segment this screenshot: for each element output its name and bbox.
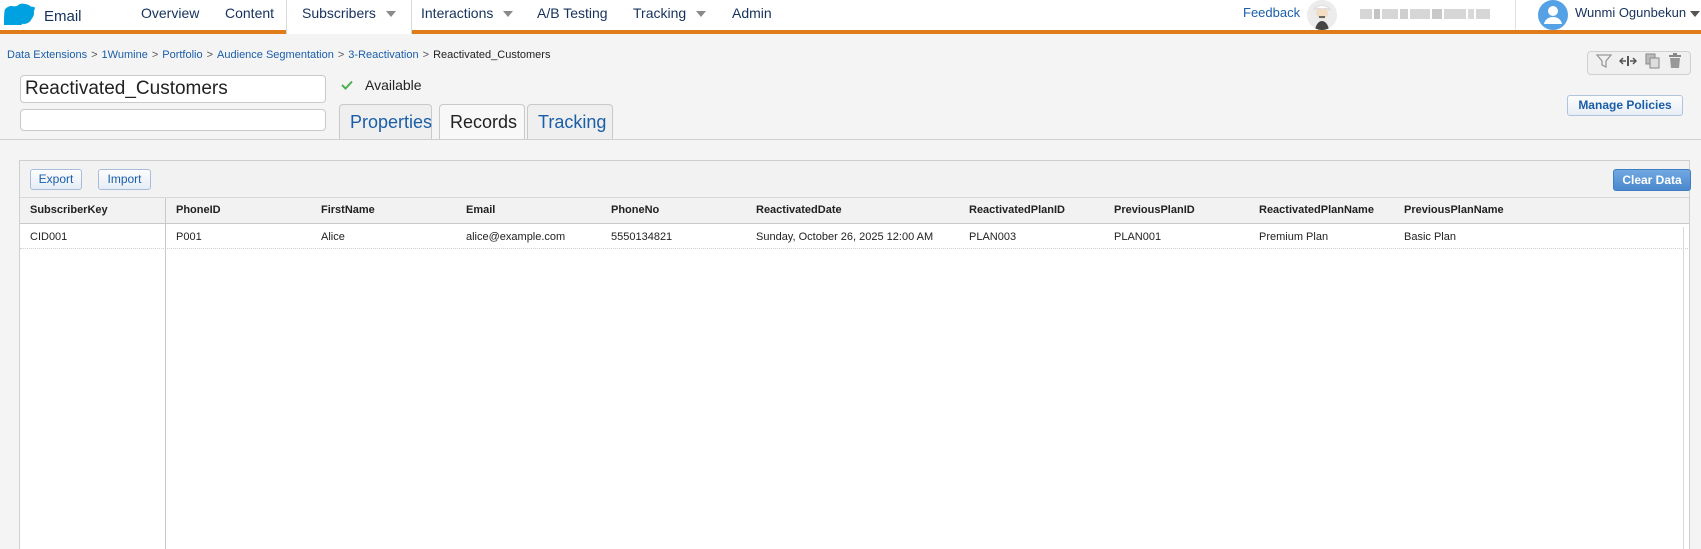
table-cell: alice@example.com [466, 231, 566, 243]
nav-ab-testing[interactable]: A/B Testing [537, 0, 608, 30]
nav-overview[interactable]: Overview [141, 0, 199, 30]
import-button[interactable]: Import [98, 169, 151, 190]
breadcrumb-separator: > [91, 49, 98, 61]
salesforce-cloud-icon [3, 3, 36, 31]
breadcrumb-separator: > [206, 49, 214, 61]
breadcrumb-separator: > [151, 49, 159, 61]
chevron-down-icon [696, 11, 707, 18]
breadcrumb-portfolio[interactable]: Portfolio [162, 49, 202, 61]
app-name: Email [44, 7, 82, 25]
column-header[interactable]: ReactivatedPlanID [969, 204, 1065, 216]
records-panel: Export Import Clear Data SubscriberKey P… [19, 160, 1691, 549]
nav-admin[interactable]: Admin [732, 0, 772, 30]
breadcrumb: Data Extensions >1Wumine > Portfolio > Audien… [7, 49, 550, 61]
export-button[interactable]: Export [30, 169, 82, 190]
records-table-header: SubscriberKey PhoneID FirstName Email Ph… [20, 198, 1689, 224]
records-toolbar: Export Import Clear Data [20, 161, 1691, 198]
frozen-column-divider [165, 198, 166, 549]
feedback-link[interactable]: Feedback [1243, 5, 1300, 20]
vertical-scrollbar[interactable] [1683, 227, 1684, 549]
status-indicator: Available [341, 77, 422, 93]
nav-subscribers[interactable]: Subscribers [286, 0, 412, 34]
breadcrumb-current: Reactivated_Customers [433, 49, 551, 61]
tab-properties[interactable]: Properties [339, 104, 432, 140]
brand[interactable]: Email [3, 3, 82, 31]
breadcrumb-separator: > [337, 49, 345, 61]
column-header[interactable]: SubscriberKey [30, 204, 108, 216]
user-menu[interactable]: Wunmi Ogunbekun [1575, 5, 1701, 20]
nav-interactions-label: Interactions [421, 5, 494, 21]
column-header[interactable]: ReactivatedDate [756, 204, 842, 216]
column-header[interactable]: PhoneNo [611, 204, 659, 216]
copy-icon[interactable] [1645, 53, 1661, 74]
breadcrumb-1wumine[interactable]: 1Wumine [102, 49, 148, 61]
table-cell: P001 [176, 231, 202, 243]
nav-tracking-label: Tracking [633, 5, 687, 21]
breadcrumb-data-extensions[interactable]: Data Extensions [7, 49, 87, 61]
tab-records[interactable]: Records [439, 104, 525, 140]
user-name: Wunmi Ogunbekun [1575, 5, 1687, 20]
table-row[interactable]: CID001 P001 Alice alice@example.com 5550… [20, 224, 1690, 249]
check-icon [341, 77, 353, 93]
column-header[interactable]: PhoneID [176, 204, 221, 216]
table-cell: Premium Plan [1259, 231, 1329, 243]
column-header[interactable]: Email [466, 204, 495, 216]
column-header[interactable]: FirstName [321, 204, 375, 216]
einstein-avatar-icon[interactable] [1307, 0, 1337, 30]
column-header[interactable]: PreviousPlanID [1114, 204, 1195, 216]
compare-arrows-icon[interactable] [1619, 54, 1638, 73]
breadcrumb-separator: > [422, 49, 430, 61]
nav-divider [1515, 0, 1516, 30]
table-cell: Sunday, October 26, 2025 12:00 AM [756, 231, 934, 243]
nav-interactions[interactable]: Interactions [421, 0, 514, 30]
nav-content[interactable]: Content [225, 0, 274, 30]
user-avatar-icon[interactable] [1538, 0, 1568, 30]
manage-policies-button[interactable]: Manage Policies [1567, 95, 1683, 116]
tab-tracking[interactable]: Tracking [527, 104, 613, 140]
table-cell: 5550134821 [611, 231, 673, 243]
chevron-down-icon [385, 11, 396, 18]
trash-icon[interactable] [1668, 52, 1682, 74]
breadcrumb-audience-segmentation[interactable]: Audience Segmentation [217, 49, 334, 61]
column-header[interactable]: PreviousPlanName [1404, 204, 1504, 216]
nav-tracking[interactable]: Tracking [633, 0, 707, 30]
top-nav: Email Overview Content Subscribers Inter… [0, 0, 1701, 34]
data-extension-toolbar [1587, 51, 1691, 75]
table-cell: Basic Plan [1404, 231, 1456, 243]
description-input[interactable] [20, 109, 326, 131]
header-divider [0, 139, 1701, 140]
table-cell: PLAN001 [1114, 231, 1162, 243]
chevron-down-icon [503, 11, 514, 18]
filter-icon[interactable] [1595, 53, 1613, 73]
table-cell: PLAN003 [969, 231, 1017, 243]
nav-subscribers-label: Subscribers [302, 5, 376, 21]
breadcrumb-3-reactivation[interactable]: 3-Reactivation [348, 49, 418, 61]
column-header[interactable]: ReactivatedPlanName [1259, 204, 1374, 216]
table-cell: Alice [321, 231, 345, 243]
data-extension-name-input[interactable] [20, 75, 326, 103]
table-cell: CID001 [30, 231, 68, 243]
chevron-down-icon [1690, 10, 1701, 17]
status-text: Available [365, 77, 422, 93]
org-name-redacted [1360, 6, 1510, 19]
clear-data-button[interactable]: Clear Data [1613, 169, 1691, 191]
